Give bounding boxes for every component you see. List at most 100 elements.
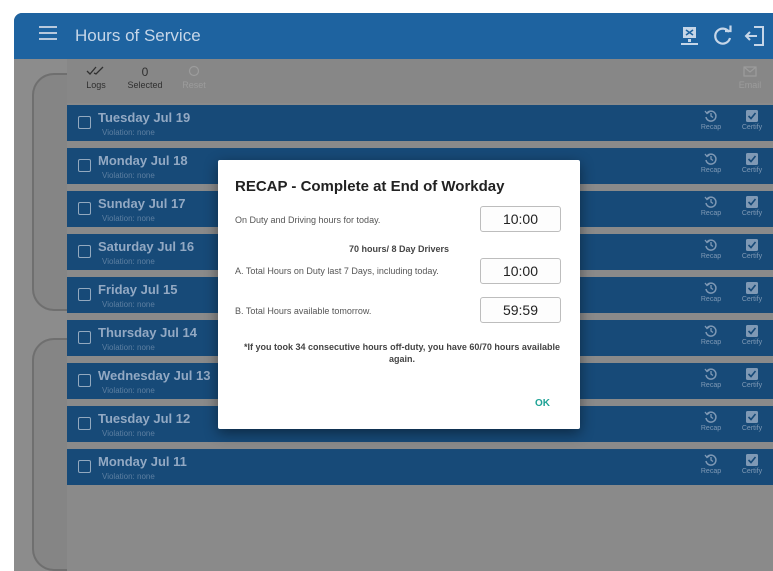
certify-button[interactable]: Certify: [736, 367, 768, 389]
check-box-icon: [746, 368, 758, 380]
reset-icon: [178, 65, 210, 80]
logs-label: Logs: [86, 80, 106, 90]
log-checkbox[interactable]: [78, 417, 91, 430]
log-day: Saturday Jul 16: [98, 239, 195, 254]
email-label: Email: [738, 80, 762, 90]
logs-toolbar: Logs 0 Selected Reset Email: [67, 59, 773, 103]
certify-button[interactable]: Certify: [736, 109, 768, 131]
log-checkbox[interactable]: [78, 374, 91, 387]
email-button[interactable]: Email: [733, 65, 767, 90]
side-panel-bottom: [32, 338, 72, 571]
recap-label: Recap: [700, 124, 722, 131]
log-day: Monday Jul 11: [98, 454, 187, 469]
log-checkbox[interactable]: [78, 288, 91, 301]
logout-icon[interactable]: [743, 24, 767, 48]
recap-label: Recap: [700, 339, 722, 346]
log-violation: Violation: none: [102, 386, 155, 395]
log-checkbox[interactable]: [78, 245, 91, 258]
app-title: Hours of Service: [75, 26, 201, 45]
reset-button[interactable]: Reset: [178, 65, 210, 90]
log-row[interactable]: Tuesday Jul 19 Violation: none Recap Certif…: [67, 105, 773, 141]
certify-button[interactable]: Certify: [736, 324, 768, 346]
log-violation: Violation: none: [102, 257, 155, 266]
log-checkbox[interactable]: [78, 331, 91, 344]
log-checkbox[interactable]: [78, 202, 91, 215]
ok-button[interactable]: OK: [535, 398, 550, 409]
log-day: Friday Jul 15: [98, 282, 178, 297]
recap-dialog: RECAP - Complete at End of Workday On Du…: [218, 160, 580, 429]
certify-button[interactable]: Certify: [736, 281, 768, 303]
recap-label: Recap: [700, 425, 722, 432]
history-icon: [704, 196, 717, 208]
recap-label: Recap: [700, 253, 722, 260]
selected-count: 0: [141, 65, 149, 79]
log-violation: Violation: none: [102, 300, 155, 309]
recap-label: Recap: [700, 468, 722, 475]
log-checkbox[interactable]: [78, 460, 91, 473]
certify-button[interactable]: Certify: [736, 410, 768, 432]
recap-label: Recap: [700, 382, 722, 389]
recap-button[interactable]: Recap: [695, 410, 727, 432]
log-day: Tuesday Jul 12: [98, 411, 191, 426]
check-all-icon: [81, 65, 111, 80]
recap-button[interactable]: Recap: [695, 238, 727, 260]
log-violation: Violation: none: [102, 343, 155, 352]
certify-button[interactable]: Certify: [736, 152, 768, 174]
recap-button[interactable]: Recap: [695, 281, 727, 303]
check-box-icon: [746, 153, 758, 165]
log-row[interactable]: Monday Jul 11 Violation: none Recap Certify: [67, 449, 773, 485]
recap-button[interactable]: Recap: [695, 152, 727, 174]
history-icon: [704, 325, 717, 337]
on-duty-value: 10:00: [480, 206, 561, 232]
total-b-label: B. Total Hours available tomorrow.: [235, 306, 372, 316]
ruleset-label: 70 hours/ 8 Day Drivers: [348, 244, 450, 254]
logs-button[interactable]: Logs: [81, 65, 111, 90]
log-day: Sunday Jul 17: [98, 196, 186, 211]
selected-label: Selected: [127, 80, 163, 90]
email-icon: [733, 65, 767, 80]
recap-button[interactable]: Recap: [695, 324, 727, 346]
history-icon: [704, 411, 717, 423]
refresh-icon[interactable]: [711, 24, 735, 48]
recap-button[interactable]: Recap: [695, 453, 727, 475]
log-violation: Violation: none: [102, 128, 155, 137]
log-checkbox[interactable]: [78, 159, 91, 172]
certify-button[interactable]: Certify: [736, 238, 768, 260]
history-icon: [704, 153, 717, 165]
log-day: Monday Jul 18: [98, 153, 188, 168]
certify-button[interactable]: Certify: [736, 453, 768, 475]
certify-label: Certify: [741, 253, 763, 260]
certify-button[interactable]: Certify: [736, 195, 768, 217]
check-box-icon: [746, 196, 758, 208]
recap-button[interactable]: Recap: [695, 367, 727, 389]
hamburger-menu-icon[interactable]: [39, 26, 57, 44]
certify-label: Certify: [741, 167, 763, 174]
recap-button[interactable]: Recap: [695, 195, 727, 217]
dialog-title: RECAP - Complete at End of Workday: [235, 178, 505, 195]
recap-button[interactable]: Recap: [695, 109, 727, 131]
log-checkbox[interactable]: [78, 116, 91, 129]
certify-label: Certify: [741, 124, 763, 131]
history-icon: [704, 282, 717, 294]
app-bar: Hours of Service: [14, 13, 773, 59]
certify-label: Certify: [741, 296, 763, 303]
log-violation: Violation: none: [102, 214, 155, 223]
log-day: Thursday Jul 14: [98, 325, 197, 340]
total-a-value: 10:00: [480, 258, 561, 284]
certify-label: Certify: [741, 425, 763, 432]
check-box-icon: [746, 239, 758, 251]
history-icon: [704, 368, 717, 380]
history-icon: [704, 454, 717, 466]
recap-label: Recap: [700, 296, 722, 303]
total-b-value: 59:59: [480, 297, 561, 323]
off-duty-note: *If you took 34 consecutive hours off-du…: [244, 342, 560, 364]
check-box-icon: [746, 110, 758, 122]
certify-label: Certify: [741, 339, 763, 346]
log-violation: Violation: none: [102, 171, 155, 180]
upload-device-icon[interactable]: [678, 24, 702, 48]
certify-label: Certify: [741, 210, 763, 217]
recap-label: Recap: [700, 210, 722, 217]
on-duty-label: On Duty and Driving hours for today.: [235, 215, 381, 225]
log-day: Wednesday Jul 13: [98, 368, 211, 383]
history-icon: [704, 110, 717, 122]
